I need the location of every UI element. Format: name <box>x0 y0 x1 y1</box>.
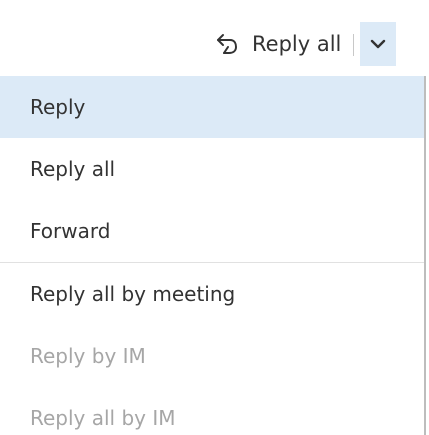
reply-all-split-button: Reply all <box>202 22 429 66</box>
menu-item-label: Forward <box>30 219 111 243</box>
split-separator <box>353 34 355 56</box>
menu-item-label: Reply all by meeting <box>30 282 236 306</box>
menu-item-reply[interactable]: Reply <box>0 76 424 138</box>
reply-all-icon <box>214 31 240 57</box>
reply-options-dropdown-toggle[interactable] <box>360 22 397 66</box>
chevron-down-icon <box>370 38 386 50</box>
reply-options-menu: Reply Reply all Forward Reply all by mee… <box>0 76 426 435</box>
menu-item-label: Reply by IM <box>30 344 146 368</box>
reply-all-button[interactable]: Reply all <box>202 22 354 66</box>
toolbar: Reply all <box>0 0 429 76</box>
menu-item-label: Reply all <box>30 157 116 181</box>
menu-item-forward[interactable]: Forward <box>0 200 424 262</box>
menu-item-reply-all[interactable]: Reply all <box>0 138 424 200</box>
menu-item-reply-all-by-meeting[interactable]: Reply all by meeting <box>0 263 424 325</box>
menu-item-label: Reply all by IM <box>30 406 176 430</box>
menu-item-reply-all-by-im: Reply all by IM <box>0 387 424 435</box>
menu-item-label: Reply <box>30 95 86 119</box>
reply-all-button-label: Reply all <box>252 32 342 56</box>
reply-split-button-dropdown: Reply all Reply Reply all Forward Reply … <box>0 0 429 435</box>
menu-item-reply-by-im: Reply by IM <box>0 325 424 387</box>
